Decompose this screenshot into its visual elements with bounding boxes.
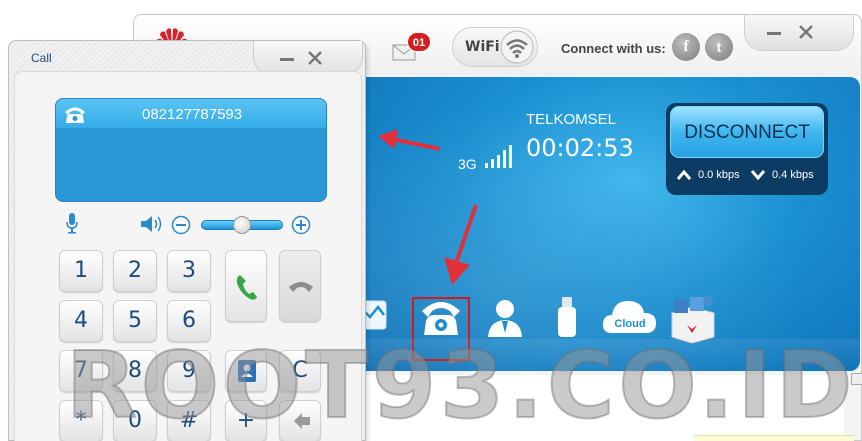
- volume-slider-knob[interactable]: [233, 216, 251, 234]
- volume-down-icon[interactable]: [171, 215, 191, 235]
- key-3[interactable]: 3: [167, 250, 211, 292]
- volume-up-icon[interactable]: [291, 215, 311, 235]
- dialed-number: 082127787593: [142, 106, 243, 123]
- hangup-button[interactable]: [279, 250, 321, 322]
- key-1[interactable]: 1: [59, 250, 103, 292]
- upload-speed: 0.0 kbps: [698, 169, 740, 181]
- annotation-arrow-down: [444, 204, 478, 285]
- disconnect-panel: DISCONNECT 0.0 kbps 0.4 kbps: [666, 103, 828, 195]
- call-titlebar: Call: [9, 41, 365, 75]
- annotation-arrow-left: [378, 129, 441, 151]
- connection-dashboard: TELKOMSEL 3G 00:02:53 DISCONNECT 0.0 kbp…: [354, 77, 860, 371]
- microphone-icon[interactable]: [65, 212, 79, 234]
- facebook-icon[interactable]: f: [672, 33, 700, 61]
- wifi-icon: [500, 30, 534, 64]
- minimize-icon[interactable]: [765, 25, 783, 39]
- call-button[interactable]: [225, 250, 267, 322]
- connection-duration: 00:02:53: [526, 134, 634, 162]
- operator-name: TELKOMSEL: [526, 111, 617, 128]
- hangup-handset-icon: [289, 282, 313, 292]
- download-arrow-icon: [750, 170, 766, 181]
- wifi-label: WiFi: [465, 39, 500, 55]
- wifi-button[interactable]: WiFi: [452, 27, 538, 67]
- cloud-icon-label: Cloud: [614, 318, 645, 330]
- disconnect-button[interactable]: DISCONNECT: [670, 106, 824, 158]
- key-2[interactable]: 2: [113, 250, 157, 292]
- close-icon[interactable]: [306, 49, 324, 67]
- main-window-controls: [744, 15, 854, 51]
- unread-message-badge: 01: [407, 32, 431, 52]
- call-handset-icon: [236, 275, 257, 300]
- signal-strength-icon: [485, 145, 512, 168]
- call-window-controls: [253, 41, 363, 75]
- dialer-display: 082127787593: [55, 98, 327, 202]
- desktop: 01 WiFi Connect with us: f t TELKOMSEL 3…: [0, 0, 862, 441]
- download-speed: 0.4 kbps: [772, 169, 814, 181]
- volume-slider[interactable]: [201, 216, 283, 234]
- watermark: ROOT93.CO.ID: [65, 331, 857, 440]
- network-type: 3G: [458, 156, 477, 172]
- phone-icon: [65, 107, 85, 123]
- close-icon[interactable]: [797, 23, 815, 41]
- twitter-icon[interactable]: t: [705, 33, 733, 61]
- connect-with-us-label: Connect with us:: [561, 41, 666, 56]
- minimize-icon[interactable]: [278, 51, 296, 65]
- speaker-icon[interactable]: [139, 213, 163, 235]
- upload-arrow-icon: [676, 169, 692, 180]
- call-dialog-title: Call: [31, 51, 52, 65]
